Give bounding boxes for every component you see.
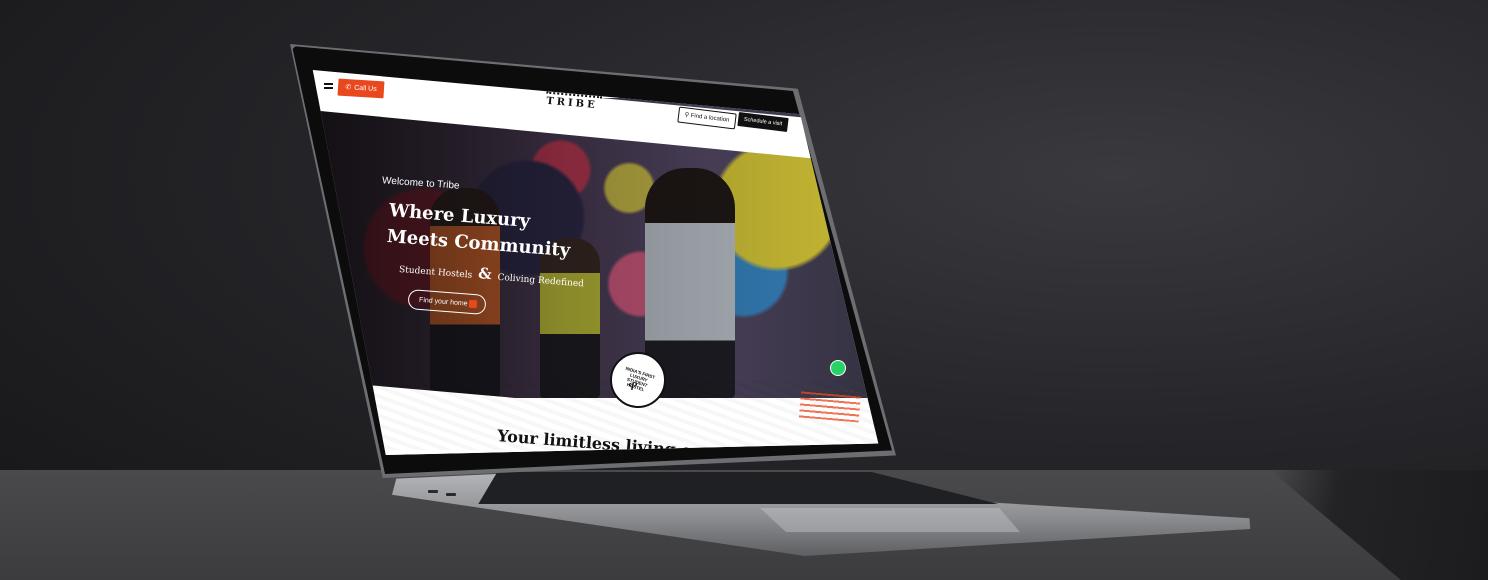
website-page: ✆ Call Us TRIBE ⚲ Find a location Schedul…: [312, 70, 879, 455]
usb-port: [446, 493, 456, 496]
usb-port: [428, 490, 438, 493]
menu-icon[interactable]: [324, 83, 333, 89]
laptop-trackpad: [760, 508, 1020, 532]
find-location-label: Find a location: [690, 113, 730, 124]
phone-icon: ✆: [345, 84, 352, 92]
call-us-label: Call Us: [353, 84, 377, 93]
badge-logo-icon: ዋ: [627, 377, 639, 395]
whatsapp-icon[interactable]: [830, 360, 846, 376]
find-home-label: Find your home: [418, 296, 468, 308]
subline-ampersand: &: [477, 264, 493, 284]
call-us-button[interactable]: ✆ Call Us: [337, 78, 385, 99]
laptop-screen: ✆ Call Us TRIBE ⚲ Find a location Schedul…: [312, 70, 879, 455]
orange-logo-pattern: [798, 387, 862, 423]
arrow-right-icon: [468, 299, 478, 309]
